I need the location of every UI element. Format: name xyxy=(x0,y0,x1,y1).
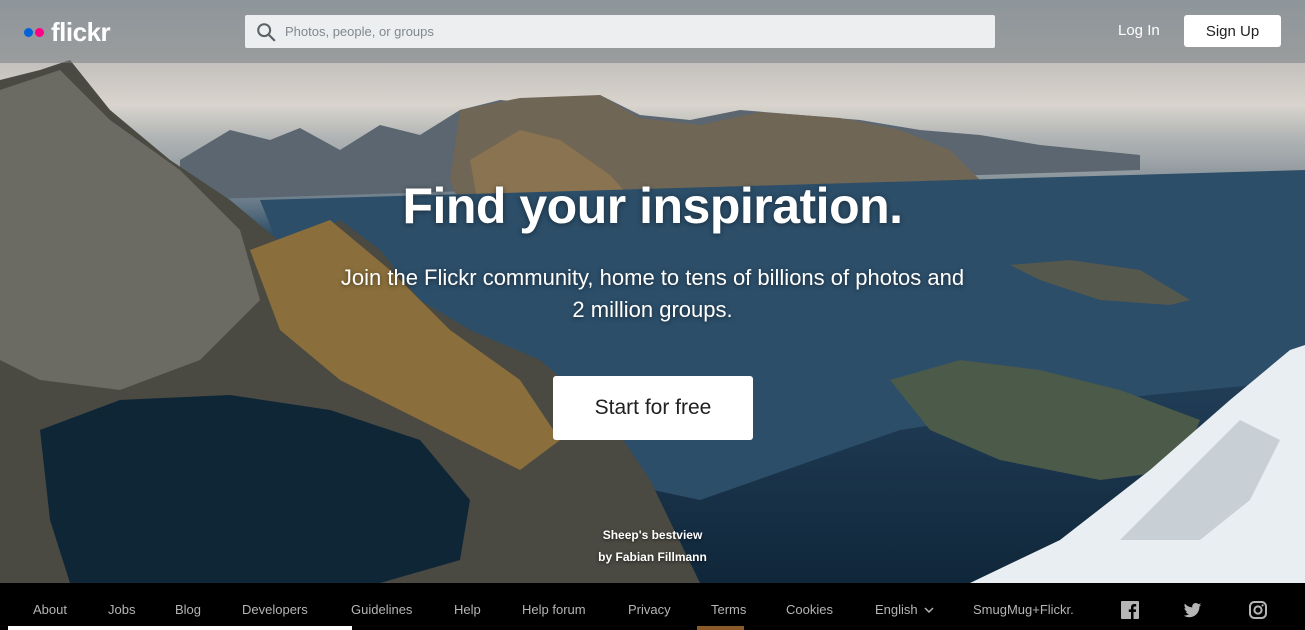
footer-link-help-forum[interactable]: Help forum xyxy=(522,602,586,617)
footer-link-developers[interactable]: Developers xyxy=(242,602,308,617)
logo-pink-dot xyxy=(35,28,44,37)
hero-subtitle: Join the Flickr community, home to tens … xyxy=(340,265,965,322)
bottom-strip-left xyxy=(8,626,352,630)
logo-text: flickr xyxy=(51,17,111,47)
photo-credit-author[interactable]: by Fabian Fillmann xyxy=(560,546,745,568)
twitter-icon[interactable] xyxy=(1184,601,1202,619)
facebook-icon[interactable] xyxy=(1121,601,1139,619)
footer-link-cookies[interactable]: Cookies xyxy=(786,602,833,617)
search-input[interactable] xyxy=(285,24,995,39)
footer-link-about[interactable]: About xyxy=(33,602,67,617)
hero-title: Find your inspiration. xyxy=(402,178,903,234)
footer-link-privacy[interactable]: Privacy xyxy=(628,602,671,617)
chevron-down-icon xyxy=(924,607,934,614)
search-icon[interactable] xyxy=(255,21,277,43)
photo-credit[interactable]: Sheep's bestview by Fabian Fillmann xyxy=(560,524,745,568)
footer-link-guidelines[interactable]: Guidelines xyxy=(351,602,412,617)
footer-link-terms[interactable]: Terms xyxy=(711,602,746,617)
logo-blue-dot xyxy=(24,28,33,37)
signup-button[interactable]: Sign Up xyxy=(1184,15,1281,47)
bottom-strip-mid xyxy=(697,626,744,630)
top-header: flickr Log In Sign Up xyxy=(0,0,1305,63)
footer-link-help[interactable]: Help xyxy=(454,602,481,617)
search-bar[interactable] xyxy=(245,15,995,48)
footer: About Jobs Blog Developers Guidelines He… xyxy=(0,583,1305,630)
footer-link-blog[interactable]: Blog xyxy=(175,602,201,617)
footer-link-smugmug[interactable]: SmugMug+Flickr. xyxy=(973,602,1074,617)
login-link[interactable]: Log In xyxy=(1118,22,1160,39)
language-selector[interactable]: English xyxy=(875,602,934,617)
start-for-free-button[interactable]: Start for free xyxy=(553,376,753,440)
flickr-logo[interactable]: flickr xyxy=(24,17,111,48)
instagram-icon[interactable] xyxy=(1249,601,1267,619)
language-label: English xyxy=(875,602,918,617)
photo-credit-title[interactable]: Sheep's bestview xyxy=(560,524,745,546)
footer-link-jobs[interactable]: Jobs xyxy=(108,602,135,617)
